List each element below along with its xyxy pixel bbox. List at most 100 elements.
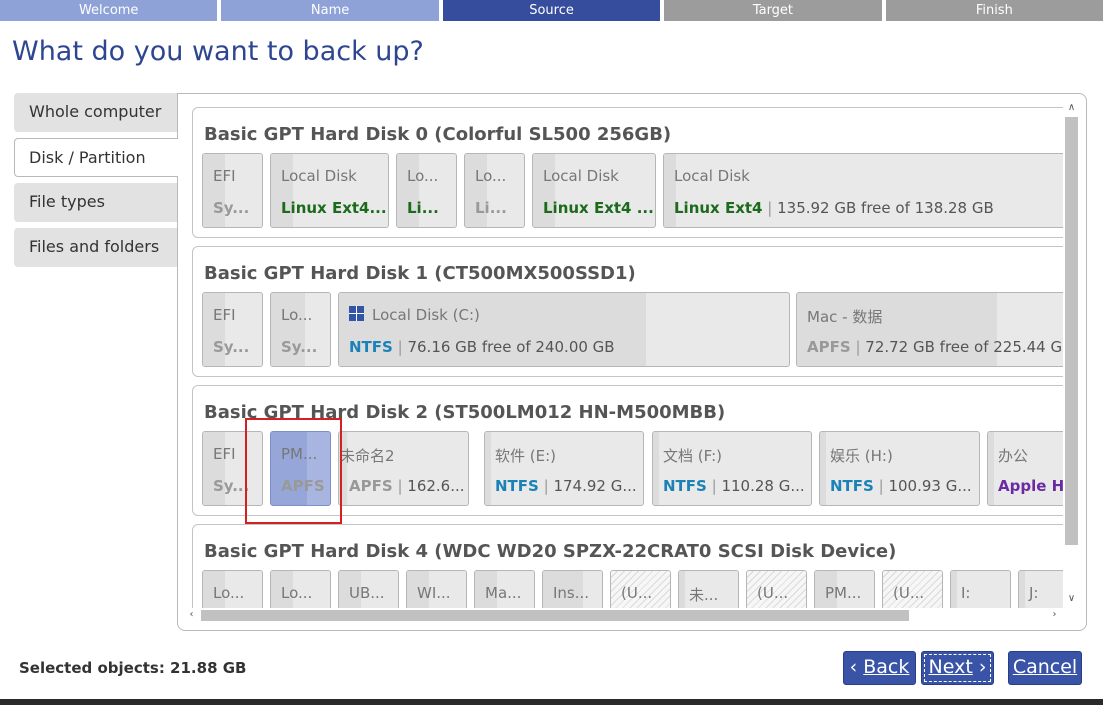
windows-logo-icon — [349, 306, 364, 321]
horizontal-scrollbar[interactable]: ‹ › — [183, 607, 1063, 624]
partition-unnamed2[interactable]: 未命名2 APFS | 162.6... — [338, 431, 469, 506]
partition-name: Lo... — [213, 584, 245, 602]
arrow-down-icon[interactable]: ∨ — [1063, 593, 1080, 605]
free-space-label: 162.6... — [407, 477, 465, 495]
next-button[interactable]: Next › — [921, 651, 994, 685]
partition-unallocated[interactable]: (U... — [610, 570, 671, 608]
partition-local-disk[interactable]: Local Disk Linux Ext4 | 135.92 GB free o… — [663, 153, 1063, 228]
partition-name: Local Disk — [281, 167, 357, 185]
filesystem-label: NTFS — [495, 477, 539, 495]
free-space-label: 110.28 G... — [721, 477, 805, 495]
partition-efi[interactable]: EFI Sy... — [202, 153, 263, 228]
arrow-right-icon[interactable]: › — [1046, 609, 1063, 621]
partition-efi[interactable]: EFI Sy... — [202, 431, 263, 506]
disk-group-4: Basic GPT Hard Disk 4 (WDC WD20 SPZX-22C… — [192, 524, 1063, 608]
disk-list: Basic GPT Hard Disk 0 (Colorful SL500 25… — [192, 107, 1063, 608]
tab-files-and-folders[interactable]: Files and folders — [14, 228, 177, 267]
partition-local-disk-c[interactable]: Local Disk (C:) NTFS | 76.16 GB free of … — [338, 292, 790, 367]
disk-title: Basic GPT Hard Disk 1 (CT500MX500SSD1) — [204, 263, 636, 284]
partition-unallocated[interactable]: (U... — [746, 570, 807, 608]
partition-name: UB... — [349, 584, 385, 602]
partition-documents-f[interactable]: 文档 (F:) NTFS | 110.28 G... — [652, 431, 812, 506]
scrollbar-thumb[interactable] — [201, 610, 909, 621]
tab-disk-partition[interactable]: Disk / Partition — [14, 138, 178, 177]
used-space-bar — [339, 432, 347, 505]
step-name: Name — [221, 0, 439, 21]
tab-file-types[interactable]: File types — [14, 183, 177, 222]
filesystem-label: Linux Ext4 — [674, 199, 763, 217]
scrollbar-thumb[interactable] — [1065, 117, 1078, 545]
step-welcome: Welcome — [0, 0, 218, 21]
partition-local-disk[interactable]: Local Disk Linux Ext4 ... — [532, 153, 656, 228]
partition-software-e[interactable]: 软件 (E:) NTFS | 174.92 G... — [484, 431, 644, 506]
partition-j[interactable]: J: — [1018, 570, 1063, 608]
filesystem-label: Li... — [475, 199, 507, 217]
filesystem-label: NTFS — [349, 338, 393, 356]
step-target: Target — [664, 0, 882, 21]
partition-name: Ma... — [485, 584, 522, 602]
partition-info: NTFS | 100.93 G... — [830, 477, 972, 495]
step-source: Source — [442, 0, 661, 21]
filesystem-label: Li... — [407, 199, 439, 217]
free-space-label: 174.92 G... — [553, 477, 637, 495]
partition-name: Local Disk — [674, 167, 750, 185]
arrow-up-icon[interactable]: ∧ — [1063, 102, 1080, 114]
partition-info: APFS | 72.72 GB free of 225.44 GB — [807, 338, 1063, 356]
partition-info: NTFS | 76.16 GB free of 240.00 GB — [349, 338, 615, 356]
used-space-bar — [988, 432, 994, 505]
partition-name: EFI — [213, 445, 236, 463]
partition-name: 文档 (F:) — [663, 447, 722, 465]
filesystem-label: Apple HF — [998, 477, 1063, 495]
filesystem-label: Sy... — [281, 338, 318, 356]
partition-pm-selected[interactable]: PM... APFS — [270, 431, 331, 506]
partition-local-disk[interactable]: Lo... — [202, 570, 263, 608]
partition-ma[interactable]: Ma... — [474, 570, 535, 608]
used-space-bar — [485, 432, 491, 505]
filesystem-label: Sy... — [213, 477, 250, 495]
partition-name: Ins... — [553, 584, 590, 602]
tab-whole-computer[interactable]: Whole computer — [14, 93, 177, 132]
partition-info: APFS — [281, 477, 325, 495]
partition-entertainment-h[interactable]: 娱乐 (H:) NTFS | 100.93 G... — [819, 431, 980, 506]
used-space-bar — [820, 432, 826, 505]
free-space-label: 76.16 GB free of 240.00 GB — [407, 338, 615, 356]
arrow-left-icon[interactable]: ‹ — [183, 609, 200, 621]
disk-group-2: Basic GPT Hard Disk 2 (ST500LM012 HN-M50… — [192, 385, 1063, 516]
partition-mac-data[interactable]: Mac - 数据 APFS | 72.72 GB free of 225.44 … — [796, 292, 1063, 367]
partition-local-disk[interactable]: Local Disk Linux Ext4... — [270, 153, 389, 228]
partition-info: Linux Ext4... — [281, 199, 387, 217]
filesystem-label: Sy... — [213, 199, 250, 217]
partition-pm[interactable]: PM... — [814, 570, 875, 608]
partition-local-disk[interactable]: Lo... Sy... — [270, 292, 331, 367]
partition-name: Mac - 数据 — [807, 308, 883, 326]
partition-local-disk[interactable]: Lo... Li... — [464, 153, 525, 228]
partition-name: Local Disk — [543, 167, 619, 185]
step-finish: Finish — [885, 0, 1103, 21]
cancel-button[interactable]: Cancel — [1008, 651, 1082, 685]
partition-name: Lo... — [407, 167, 439, 185]
partition-unnamed[interactable]: 未... — [678, 570, 739, 608]
partition-name: Lo... — [281, 584, 313, 602]
partition-local-disk[interactable]: Lo... — [270, 570, 331, 608]
partition-i[interactable]: I: — [950, 570, 1011, 608]
partition-efi[interactable]: EFI Sy... — [202, 292, 263, 367]
filesystem-label: APFS — [349, 477, 393, 495]
partition-info: Sy... — [213, 338, 249, 356]
vertical-scrollbar[interactable]: ∧ ∨ — [1063, 99, 1080, 607]
partition-office[interactable]: 办公 Apple HF — [987, 431, 1063, 506]
partition-name: PM... — [281, 445, 318, 463]
partition-unallocated[interactable]: (U... — [882, 570, 943, 608]
partition-local-disk[interactable]: Lo... Li... — [396, 153, 457, 228]
partition-info: Apple HF — [998, 477, 1063, 495]
partition-info: Sy... — [213, 477, 249, 495]
partition-ub[interactable]: UB... — [338, 570, 399, 608]
partition-ins[interactable]: Ins... — [542, 570, 603, 608]
partition-info: Li... — [407, 199, 439, 217]
disk-title: Basic GPT Hard Disk 4 (WDC WD20 SPZX-22C… — [204, 541, 897, 562]
partition-name: 未命名2 — [340, 447, 395, 465]
partition-name: PM... — [825, 584, 862, 602]
used-space-bar — [1019, 571, 1025, 608]
filesystem-label: APFS — [281, 477, 325, 495]
partition-wi[interactable]: WI... — [406, 570, 467, 608]
back-button[interactable]: ‹ Back — [843, 651, 916, 685]
